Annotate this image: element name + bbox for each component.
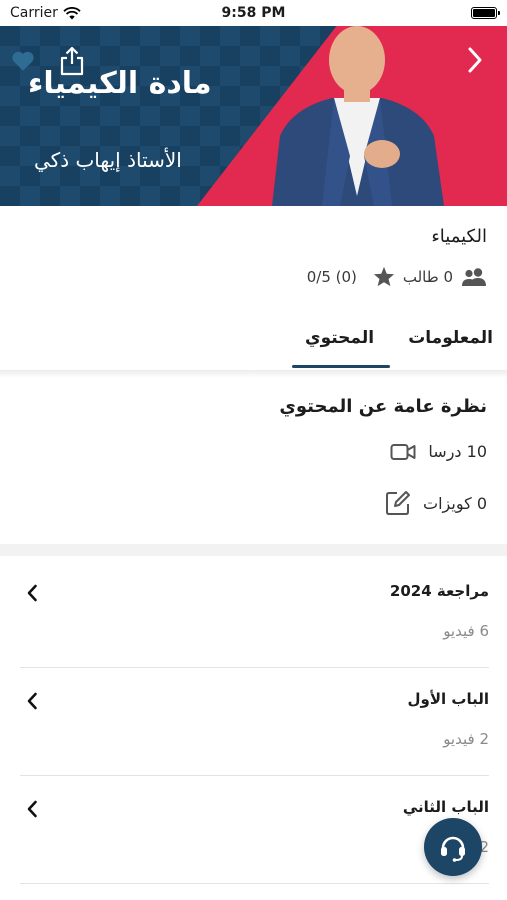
chapter-video-count: 6 فيديو xyxy=(443,622,489,640)
chapter-item[interactable]: مراجعة 2024 6 فيديو xyxy=(20,560,489,668)
star-icon xyxy=(373,266,394,287)
section-divider xyxy=(0,544,507,556)
chevron-left-icon[interactable] xyxy=(26,692,38,710)
support-button[interactable] xyxy=(424,818,482,876)
rating-value: 0/5 (0) xyxy=(306,267,357,286)
chevron-left-icon[interactable] xyxy=(26,584,38,602)
banner-subject-title: مادة الكيمياء xyxy=(28,66,212,101)
teacher-photo xyxy=(272,26,444,206)
battery-icon xyxy=(471,7,500,19)
overview-title: نظرة عامة عن المحتوي xyxy=(279,396,487,417)
lessons-count: 10 درسا xyxy=(428,442,487,461)
status-bar: Carrier 9:58 PM xyxy=(0,0,507,26)
status-time: 9:58 PM xyxy=(221,5,286,21)
headset-icon xyxy=(441,836,465,862)
chapter-title: الباب الأول xyxy=(407,690,489,708)
chapter-video-count: 2 فيديو xyxy=(443,730,489,748)
course-banner: مادة الكيمياء الأستاذ إيهاب ذكي xyxy=(0,26,507,206)
people-icon xyxy=(462,267,486,286)
tabs-shadow xyxy=(0,370,507,378)
chapter-title: مراجعة 2024 xyxy=(389,582,489,600)
quizzes-row: 0 كويزات xyxy=(385,490,487,516)
tab-content[interactable]: المحتوي xyxy=(305,328,374,348)
chapter-title: الباب الثاني xyxy=(402,798,489,816)
course-name: الكيمياء xyxy=(431,226,487,247)
chapter-item[interactable]: الباب الثاني 2 فيديو xyxy=(20,776,489,884)
heart-icon[interactable] xyxy=(10,48,36,74)
chapter-separator xyxy=(20,883,489,884)
banner-teacher-name: الأستاذ إيهاب ذكي xyxy=(34,148,182,172)
active-tab-indicator xyxy=(292,365,390,368)
video-camera-icon xyxy=(390,443,416,460)
tab-info[interactable]: المعلومات xyxy=(408,328,493,348)
quizzes-count: 0 كويزات xyxy=(423,493,487,513)
chapter-item[interactable]: الباب الأول 2 فيديو xyxy=(20,668,489,776)
lessons-row: 10 درسا xyxy=(390,442,487,461)
share-icon[interactable] xyxy=(58,46,86,76)
students-count: 0 طالب xyxy=(402,267,453,286)
edit-icon xyxy=(386,491,411,515)
course-meta-row: 0 طالب 0/5 (0) xyxy=(307,266,487,287)
content-tabs: المعلومات المحتوي xyxy=(0,318,507,370)
chevron-left-icon[interactable] xyxy=(26,800,38,818)
chevron-right-icon[interactable] xyxy=(465,46,485,74)
